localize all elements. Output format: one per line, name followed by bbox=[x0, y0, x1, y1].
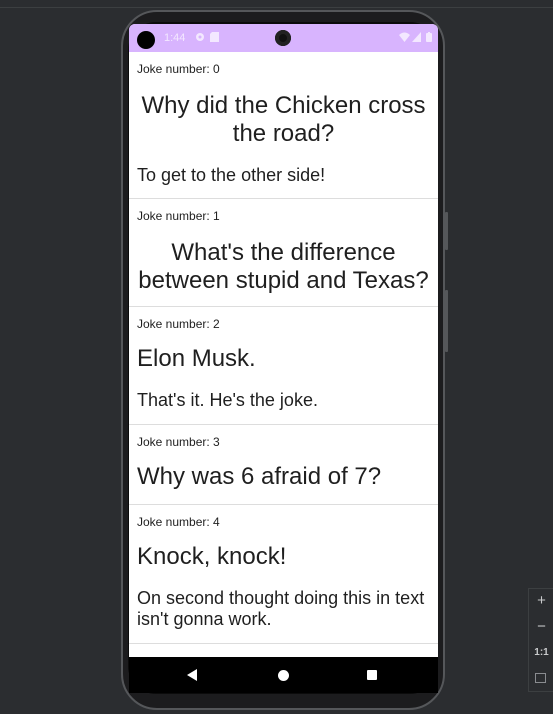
joke-number-label: Joke number: 2 bbox=[137, 317, 220, 331]
zoom-out-button[interactable]: − bbox=[529, 615, 553, 639]
device-screen: 1:44 Joke number: 0 Why did the Chicken … bbox=[129, 24, 438, 693]
zoom-to-fit-icon[interactable] bbox=[535, 673, 546, 683]
joke-number-label: Joke number: 3 bbox=[137, 435, 220, 449]
joke-answer: That's it. He's the joke. bbox=[137, 390, 318, 410]
navigation-bar bbox=[129, 657, 438, 693]
joke-answer: To get to the other side! bbox=[137, 165, 326, 185]
punch-hole-camera-icon bbox=[275, 30, 291, 46]
joke-item-2[interactable]: Joke number: 2 Elon Musk. That's it. He'… bbox=[129, 307, 438, 425]
zoom-in-button[interactable]: + bbox=[529, 589, 553, 613]
actual-size-button[interactable]: 1:1 bbox=[529, 641, 553, 665]
joke-question: Why did the Chicken cross the road? bbox=[141, 92, 426, 147]
zoom-controls: + − 1:1 bbox=[528, 588, 553, 692]
settings-status-icon bbox=[195, 32, 205, 42]
ide-top-border bbox=[0, 0, 553, 8]
joke-item-1[interactable]: Joke number: 1 What's the difference bet… bbox=[129, 199, 438, 307]
joke-answer: On second thought doing this in text isn… bbox=[137, 588, 425, 629]
joke-item-0[interactable]: Joke number: 0 Why did the Chicken cross… bbox=[129, 52, 438, 199]
wifi-icon bbox=[399, 32, 410, 42]
joke-number-label: Joke number: 0 bbox=[137, 62, 220, 76]
joke-question: Why was 6 afraid of 7? bbox=[137, 463, 382, 490]
volume-button bbox=[445, 212, 448, 250]
status-bar: 1:44 bbox=[129, 24, 438, 52]
joke-item-3[interactable]: Joke number: 3 Why was 6 afraid of 7? bbox=[129, 425, 438, 505]
joke-number-label: Joke number: 4 bbox=[137, 515, 220, 529]
battery-icon bbox=[426, 32, 436, 42]
joke-question: Knock, knock! bbox=[137, 543, 287, 570]
recents-icon[interactable] bbox=[367, 670, 377, 680]
front-camera-icon bbox=[137, 31, 155, 49]
sd-card-status-icon bbox=[210, 32, 220, 42]
signal-icon bbox=[412, 32, 422, 42]
joke-list[interactable]: Joke number: 0 Why did the Chicken cross… bbox=[129, 52, 438, 657]
back-icon[interactable] bbox=[187, 669, 197, 681]
power-button bbox=[445, 290, 448, 352]
joke-question: Elon Musk. bbox=[137, 345, 256, 372]
status-time: 1:44 bbox=[164, 32, 186, 44]
joke-question: What's the difference between stupid and… bbox=[138, 239, 429, 294]
home-icon[interactable] bbox=[278, 670, 289, 681]
joke-item-4[interactable]: Joke number: 4 Knock, knock! On second t… bbox=[129, 505, 438, 644]
joke-number-label: Joke number: 1 bbox=[137, 209, 220, 223]
